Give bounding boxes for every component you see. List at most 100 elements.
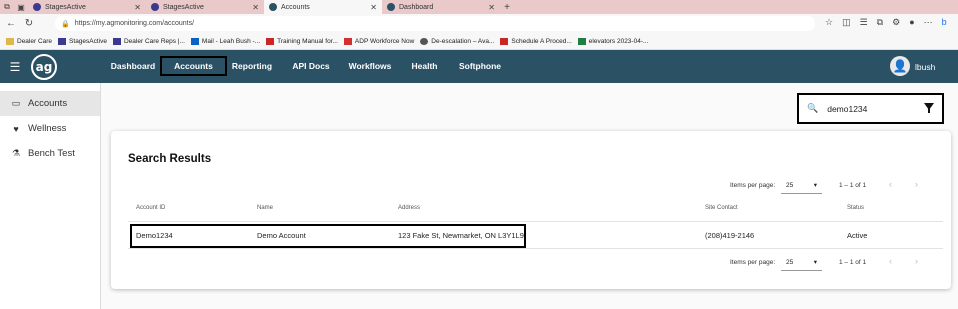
column-header[interactable]: Site Contact <box>705 205 738 211</box>
bookmark-item[interactable]: StagesActive <box>58 37 107 45</box>
split-screen-icon[interactable]: ◫ <box>842 17 851 28</box>
adp-icon <box>343 37 352 45</box>
bookmark-item[interactable]: Dealer Care <box>6 37 52 45</box>
bookmark-item[interactable]: Dealer Care Reps |... <box>112 37 185 45</box>
profile-icon[interactable]: ● <box>909 17 914 28</box>
chevron-down-icon: ▾ <box>813 259 817 266</box>
browser-tab-active[interactable]: Accounts ✕ <box>264 0 382 14</box>
user-avatar-icon[interactable]: 👤 <box>890 56 910 76</box>
url-text: https://my.agmonitoring.com/accounts/ <box>74 20 195 27</box>
highlight-box <box>130 224 526 248</box>
tab-title: Accounts <box>281 3 310 11</box>
bookmark-item[interactable]: Mail - Leah Bush -... <box>190 37 260 45</box>
stages-icon <box>58 37 67 45</box>
tab-actions-icon[interactable]: ▣ <box>14 0 28 14</box>
nav-accounts[interactable]: Accounts <box>160 56 227 76</box>
cell-site-contact: (208)419-2146 <box>705 231 755 240</box>
bookmark-item[interactable]: Schedule A Proced... <box>500 37 572 45</box>
app-logo[interactable]: ag <box>31 54 57 80</box>
search-icon[interactable]: 🔍 <box>807 103 818 114</box>
cell-status: Active <box>847 231 868 240</box>
browser-tab-strip: ⧉ ▣ StagesActive ✕ StagesActive ✕ Accoun… <box>0 0 958 14</box>
bookmark-item[interactable]: Training Manual for... <box>266 37 338 45</box>
column-header[interactable]: Name <box>257 205 273 211</box>
results-title: Search Results <box>128 153 212 165</box>
nav-softphone[interactable]: Softphone <box>458 56 502 76</box>
sidebar-item-wellness[interactable]: ♥ Wellness <box>0 116 100 141</box>
app-header: ☰ ag Dashboard Accounts Reporting API Do… <box>0 50 958 83</box>
close-icon[interactable]: ✕ <box>488 3 495 12</box>
sidebar-item-label: Accounts <box>28 98 68 109</box>
bing-icon[interactable]: b <box>942 17 947 28</box>
nav-health[interactable]: Health <box>410 56 439 76</box>
items-per-page-select[interactable]: 25 ▾ <box>781 254 822 271</box>
site-icon <box>387 3 395 11</box>
column-header[interactable]: Status <box>847 205 864 211</box>
range-label: 1 – 1 of 1 <box>839 259 867 266</box>
nav-workflows[interactable]: Workflows <box>348 56 392 76</box>
previous-page-icon[interactable]: ‹ <box>889 256 892 266</box>
browser-tab[interactable]: Dashboard ✕ <box>382 0 500 14</box>
heartbeat-icon: ♥ <box>13 123 19 134</box>
address-bar[interactable]: 🔒 https://my.agmonitoring.com/accounts/ <box>55 16 815 31</box>
next-page-icon[interactable]: › <box>915 179 918 189</box>
extensions-icon[interactable]: ⚙ <box>892 17 900 28</box>
column-header[interactable]: Account ID <box>136 205 165 211</box>
new-tab-icon[interactable]: + <box>500 2 514 13</box>
next-page-icon[interactable]: › <box>915 256 918 266</box>
bookmark-item[interactable]: ADP Workforce Now <box>343 37 414 45</box>
sidebar-item-accounts[interactable]: ▭ Accounts <box>0 91 100 116</box>
nav-reporting[interactable]: Reporting <box>231 56 273 76</box>
browser-tab[interactable]: StagesActive ✕ <box>28 0 146 14</box>
items-per-page-select[interactable]: 25 ▾ <box>781 177 822 194</box>
sidebar-item-label: Wellness <box>28 123 67 134</box>
pdf-icon <box>500 37 509 45</box>
search-input[interactable] <box>827 103 918 114</box>
collections-icon[interactable]: ⧉ <box>877 17 883 28</box>
folder-icon <box>6 37 14 45</box>
items-per-page-label: Items per page: <box>730 182 776 189</box>
site-icon <box>269 3 277 11</box>
stages-icon <box>151 3 159 11</box>
bookmark-item[interactable]: elevators 2023-04-... <box>577 37 648 45</box>
divider <box>128 221 943 222</box>
stages-icon <box>112 37 121 45</box>
results-card: Search Results Items per page: 25 ▾ 1 – … <box>111 131 951 289</box>
items-per-page-label: Items per page: <box>730 259 776 266</box>
search-box: 🔍 <box>797 93 944 124</box>
outlook-icon <box>190 37 199 45</box>
previous-page-icon[interactable]: ‹ <box>889 179 892 189</box>
nav-dashboard[interactable]: Dashboard <box>110 56 156 76</box>
sidebar-item-label: Bench Test <box>28 148 75 159</box>
tab-title: Dashboard <box>399 3 434 11</box>
favorite-star-icon[interactable]: ☆ <box>825 17 833 28</box>
tab-title: StagesActive <box>163 3 204 11</box>
nav-api-docs[interactable]: API Docs <box>291 56 331 76</box>
close-icon[interactable]: ✕ <box>134 3 141 12</box>
address-toolbar: ← ↻ 🔒 https://my.agmonitoring.com/accoun… <box>0 14 958 33</box>
tab-title: StagesActive <box>45 3 86 11</box>
close-icon[interactable]: ✕ <box>370 3 377 12</box>
user-name[interactable]: lbush <box>915 62 935 72</box>
workspaces-icon[interactable]: ⧉ <box>0 0 14 14</box>
favorites-icon[interactable]: ☰ <box>860 17 868 28</box>
pdf-icon <box>266 37 275 45</box>
close-icon[interactable]: ✕ <box>252 3 259 12</box>
filter-icon[interactable] <box>924 103 934 113</box>
hamburger-menu-icon[interactable]: ☰ <box>0 60 30 74</box>
flask-icon: ⚗ <box>11 148 21 158</box>
more-icon[interactable]: ⋯ <box>924 17 933 28</box>
bookmarks-bar: Dealer Care StagesActive Dealer Care Rep… <box>0 33 958 50</box>
stages-icon <box>33 3 41 11</box>
sidebar-item-bench-test[interactable]: ⚗ Bench Test <box>0 141 100 166</box>
divider <box>128 248 943 249</box>
column-header[interactable]: Address <box>398 205 420 211</box>
browser-tab[interactable]: StagesActive ✕ <box>146 0 264 14</box>
reload-icon[interactable]: ↻ <box>22 18 36 29</box>
sidebar: ▭ Accounts ♥ Wellness ⚗ Bench Test <box>0 83 101 309</box>
back-icon[interactable]: ← <box>4 18 18 29</box>
bookmark-item[interactable]: De-escalation – Ava... <box>420 37 494 45</box>
range-label: 1 – 1 of 1 <box>839 182 867 189</box>
id-card-icon: ▭ <box>11 98 21 108</box>
globe-icon <box>420 37 429 45</box>
